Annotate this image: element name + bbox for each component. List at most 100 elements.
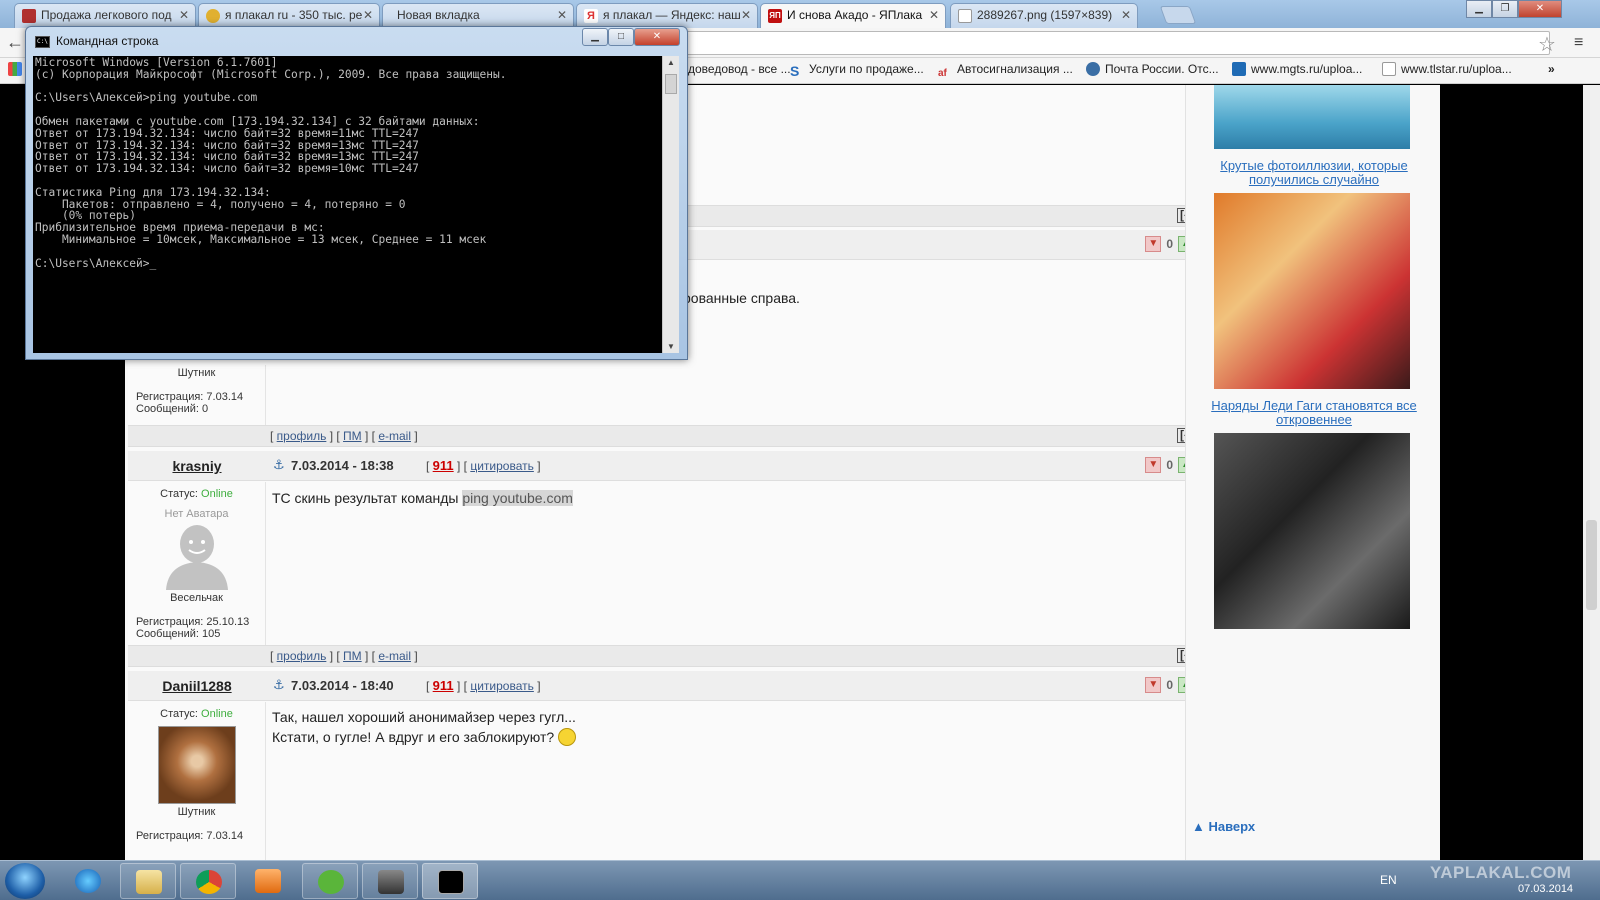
more-bookmarks-button[interactable]: » [1548, 62, 1555, 76]
world-of-tanks-icon [378, 870, 404, 894]
scrollbar-thumb[interactable] [665, 74, 677, 94]
pm-link[interactable]: ПМ [343, 649, 362, 663]
smiley-icon [206, 9, 220, 23]
back-arrow-icon[interactable]: ← [6, 32, 24, 53]
anchor-icon[interactable]: ⚓ [273, 677, 285, 693]
thumb-down-icon[interactable]: ▼ [1145, 457, 1162, 473]
post-footer-bar: [ профиль ] [ ПМ ] [ e-mail ] [^] [128, 645, 1206, 667]
close-tab-icon[interactable]: ✕ [741, 8, 751, 22]
close-tab-icon[interactable]: ✕ [363, 8, 373, 22]
yaplakal-icon: ЯП [768, 9, 782, 23]
close-tab-icon[interactable]: ✕ [179, 8, 189, 22]
quote-link[interactable]: цитировать [470, 459, 534, 473]
taskbar-wot[interactable] [362, 863, 418, 899]
minimize-button[interactable]: ▁ [582, 28, 608, 46]
utorrent-icon [318, 870, 344, 894]
default-avatar-icon [165, 525, 228, 590]
taskbar-ie[interactable] [60, 863, 116, 899]
menu-icon[interactable]: ≡ [1574, 34, 1583, 52]
ie-icon [75, 869, 101, 893]
post-date: 7.03.2014 - 18:40 [291, 678, 394, 693]
chrome-icon [196, 870, 222, 894]
anchor-icon[interactable]: ⚓ [273, 457, 285, 473]
close-tab-icon[interactable]: ✕ [557, 8, 567, 22]
thumb-down-icon[interactable]: ▼ [1145, 677, 1162, 693]
post-header: krasniy ⚓ 7.03.2014 - 18:38 [ 911 ] [ ци… [128, 451, 1206, 481]
mgts-icon [1232, 62, 1246, 76]
cmd-title: Командная строка [56, 34, 159, 48]
post-date: 7.03.2014 - 18:38 [291, 458, 394, 473]
profile-link[interactable]: профиль [277, 649, 327, 663]
close-tab-icon[interactable]: ✕ [929, 8, 939, 22]
avatar [157, 726, 236, 804]
illusion-photo[interactable] [1214, 85, 1410, 149]
taskbar-cmd[interactable] [422, 863, 478, 899]
lady-gaga-photo[interactable] [1214, 433, 1410, 629]
tab-new[interactable]: Новая вкладка ✕ [382, 3, 574, 28]
console-output[interactable]: Microsoft Windows [Version 6.1.7601] (c)… [33, 56, 662, 353]
cmd-window[interactable]: C:\ Командная строка ▁ □ ✕ Microsoft Win… [25, 26, 688, 360]
post-header: Daniil1288 ⚓ 7.03.2014 - 18:40 [ 911 ] [… [128, 671, 1206, 701]
pm-link[interactable]: ПМ [343, 429, 362, 443]
tab-image[interactable]: 2889267.png (1597×839) ✕ [950, 3, 1138, 28]
tab-yaplakal-search[interactable]: я плакал ru - 350 тыс. ре ✕ [198, 3, 380, 28]
bookmark-star-icon[interactable]: ☆ [1538, 32, 1556, 57]
taskbar: YAPLAKAL.COM EN 07.03.2014 [0, 860, 1600, 900]
email-link[interactable]: e-mail [378, 429, 411, 443]
close-window-button[interactable]: ✕ [1518, 0, 1562, 18]
restore-button[interactable]: ❐ [1492, 0, 1518, 18]
tab-yandex[interactable]: Я я плакал — Яндекс: наш ✕ [576, 3, 758, 28]
close-tab-icon[interactable]: ✕ [1121, 8, 1131, 22]
new-tab-button[interactable] [1159, 6, 1197, 24]
scroll-up-icon[interactable]: ▲ [667, 58, 675, 67]
taskbar-utorrent[interactable] [302, 863, 358, 899]
bookmark-item[interactable]: Почта России. Отс... [1086, 62, 1219, 76]
email-link[interactable]: e-mail [378, 649, 411, 663]
start-button[interactable] [5, 863, 45, 899]
post-number[interactable]: 911 [433, 458, 454, 473]
post-author[interactable]: krasniy [128, 458, 266, 474]
article-link[interactable]: Наряды Леди Гаги становятся все откровен… [1196, 399, 1432, 427]
quote-link[interactable]: цитировать [470, 679, 534, 693]
post-footer-bar: [ профиль ] [ ПМ ] [ e-mail ] [^] [128, 425, 1206, 447]
post-number[interactable]: 911 [433, 678, 454, 693]
thumb-down-icon[interactable]: ▼ [1145, 236, 1162, 252]
taskbar-explorer[interactable] [120, 863, 176, 899]
cmd-icon [438, 870, 464, 894]
russian-post-icon [1086, 62, 1100, 76]
car-site-icon [22, 9, 36, 23]
clock-date[interactable]: 07.03.2014 [1518, 883, 1573, 895]
to-top-link[interactable]: ▲ Наверх [1192, 819, 1255, 834]
user-info: Статус: Online Нет Аватара Весельчак Рег… [128, 482, 266, 645]
language-indicator[interactable]: EN [1380, 873, 1397, 887]
console-scrollbar[interactable]: ▲ ▼ [662, 56, 679, 353]
folder-icon [136, 870, 162, 894]
tab-sale[interactable]: Продажа легкового под ✕ [14, 3, 196, 28]
bookmark-item[interactable]: S Услуги по продаже... [790, 62, 924, 78]
bookmark-item[interactable]: af Автосигнализация ... [938, 62, 1073, 81]
minimize-button[interactable]: ▁ [1466, 0, 1492, 18]
highlighted-command: ping youtube.com [462, 490, 573, 506]
scrollbar-thumb[interactable] [1586, 520, 1597, 610]
post-text: ТС скинь результат команды ping youtube.… [272, 490, 573, 506]
post-author[interactable]: Daniil1288 [128, 678, 266, 694]
close-button[interactable]: ✕ [634, 28, 680, 46]
tab-akado[interactable]: ЯП И снова Акадо - ЯПлака ✕ [760, 3, 946, 28]
maximize-button[interactable]: □ [608, 28, 634, 46]
scroll-down-icon[interactable]: ▼ [667, 342, 675, 351]
page-scrollbar[interactable] [1583, 85, 1600, 860]
article-link[interactable]: Крутые фотоиллюзии, которые получились с… [1196, 159, 1432, 187]
taskbar-chrome[interactable] [180, 863, 236, 899]
bookmark-item[interactable]: www.tlstar.ru/uploa... [1382, 62, 1512, 76]
bookmark-item[interactable]: доведовод - все ... [688, 62, 791, 76]
profile-link[interactable]: профиль [277, 429, 327, 443]
taskbar-media[interactable] [240, 863, 296, 899]
bookmark-item[interactable]: www.mgts.ru/uploa... [1232, 62, 1362, 76]
avatar [158, 520, 236, 590]
cmd-icon: C:\ [35, 36, 50, 48]
sidebar: Крутые фотоиллюзии, которые получились с… [1185, 85, 1440, 860]
user-info: Статус: Online Шутник Регистрация: 7.03.… [128, 702, 266, 862]
browser-tab-bar: Продажа легкового под ✕ я плакал ru - 35… [0, 0, 1600, 28]
party-photo[interactable] [1214, 193, 1410, 389]
laughing-smiley-icon [558, 728, 577, 746]
